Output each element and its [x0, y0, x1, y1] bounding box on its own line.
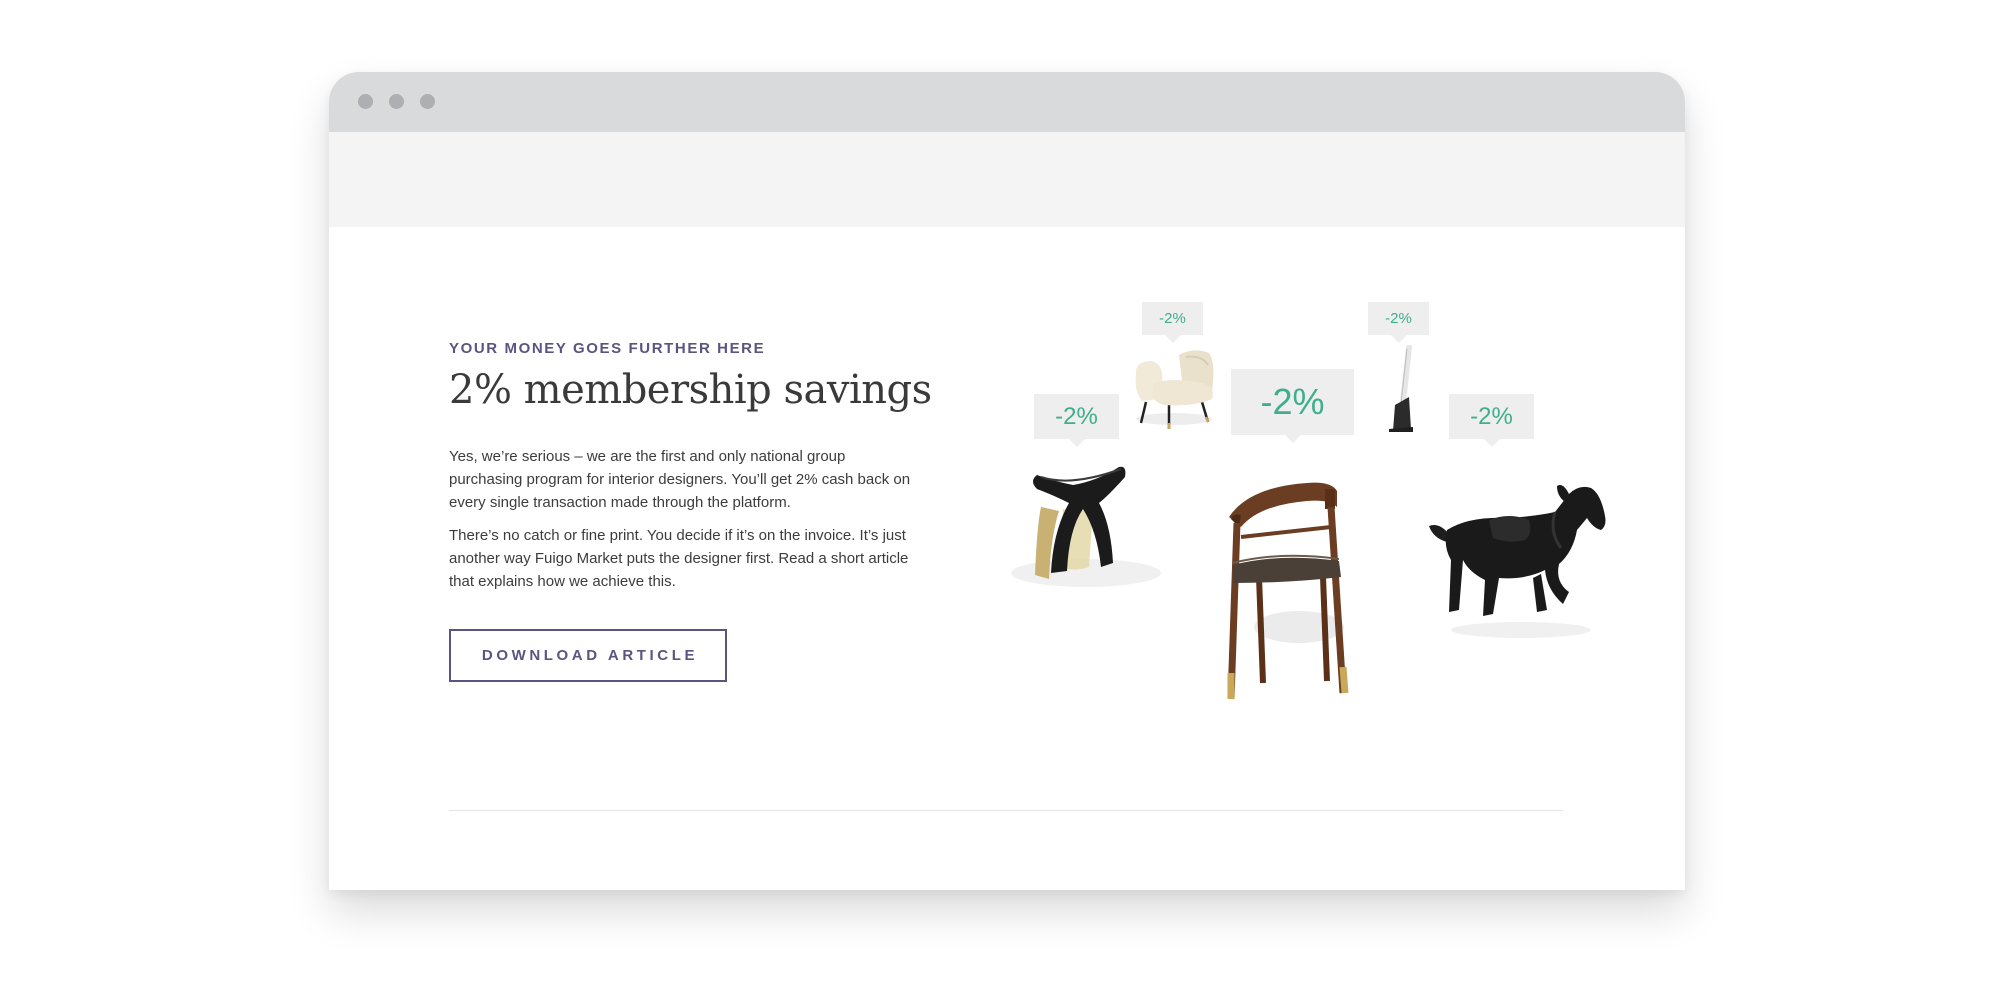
browser-window: YOUR MONEY GOES FURTHER HERE 2% membersh…: [329, 72, 1685, 890]
black-horse-sculpture-image: [1429, 485, 1606, 638]
browser-toolbar: [329, 132, 1685, 227]
floor-lamp-image: [1389, 345, 1413, 432]
product-gallery: -2% -2% -2% -2% -2%: [329, 227, 1685, 890]
black-gold-stool-image: [1011, 466, 1161, 587]
window-titlebar: [329, 72, 1685, 132]
window-dot-icon: [358, 94, 373, 109]
cream-armchair-image: [1135, 350, 1214, 429]
horse-discount-tag: -2%: [1449, 394, 1534, 447]
stool-discount-tag: -2%: [1034, 394, 1119, 447]
armchair-discount-tag: -2%: [1142, 302, 1203, 343]
walnut-dining-chair-image: [1227, 482, 1349, 700]
section-divider: [449, 810, 1563, 811]
window-dot-icon: [389, 94, 404, 109]
window-dot-icon: [420, 94, 435, 109]
lamp-discount-tag: -2%: [1368, 302, 1429, 343]
savings-section: YOUR MONEY GOES FURTHER HERE 2% membersh…: [329, 227, 1685, 890]
chair-discount-tag: -2%: [1231, 369, 1354, 443]
